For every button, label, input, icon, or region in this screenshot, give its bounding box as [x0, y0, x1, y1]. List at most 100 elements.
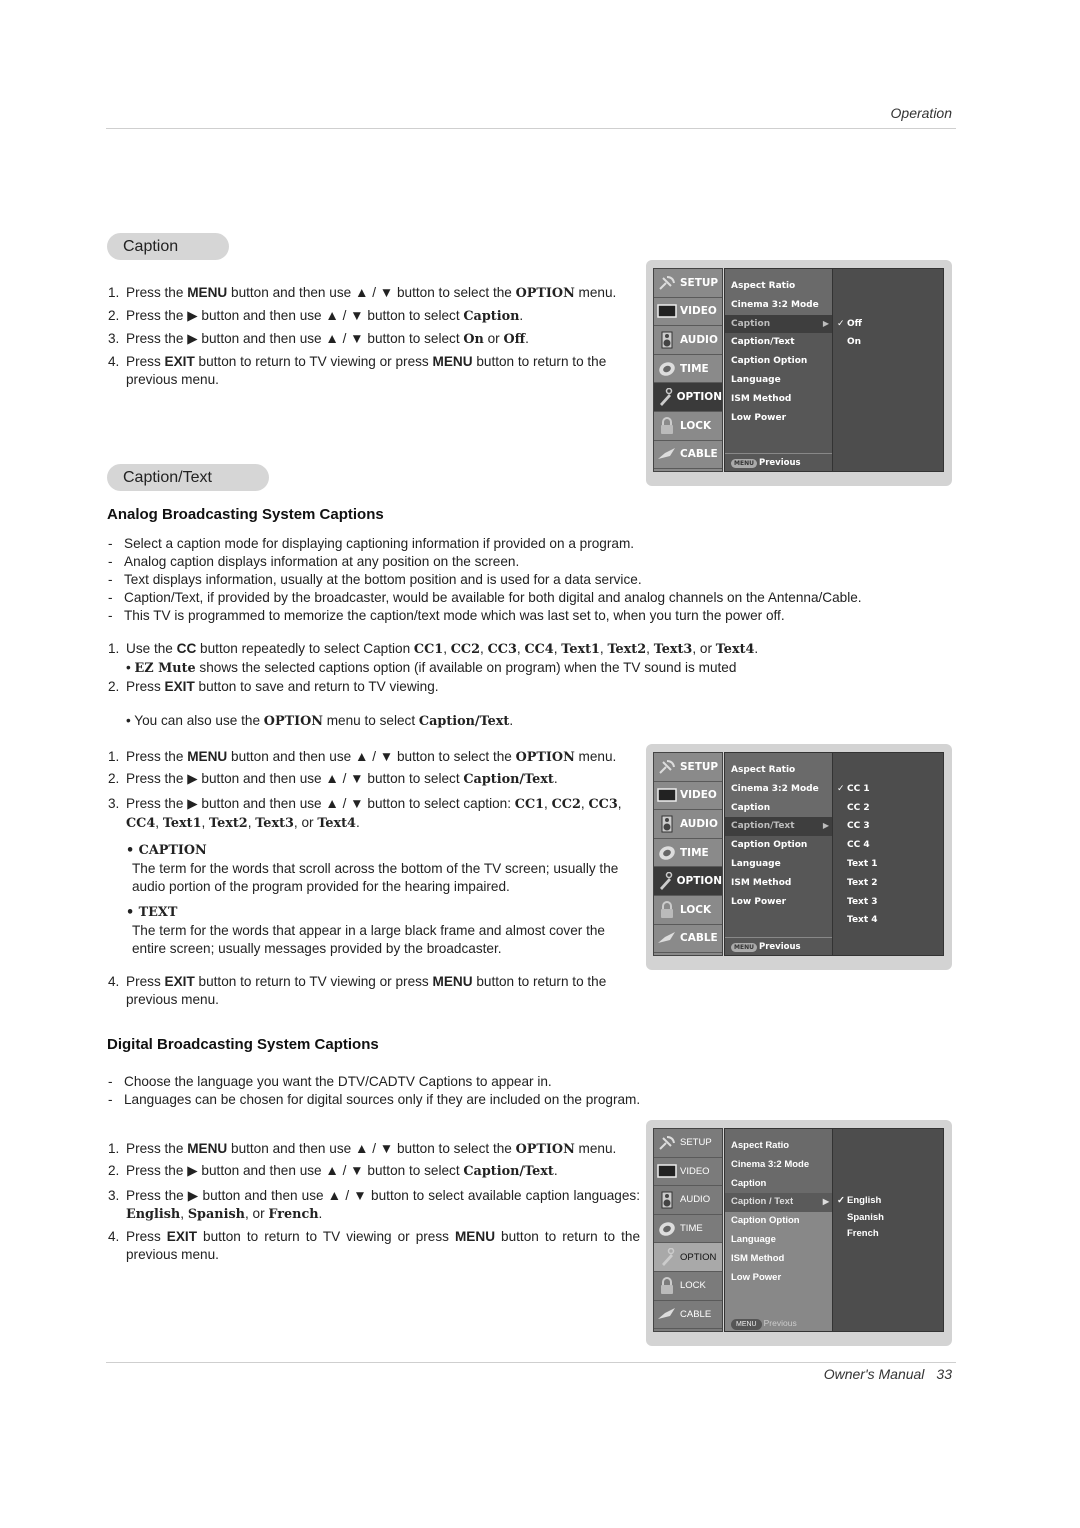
menu-category-audio[interactable]: AUDIO: [654, 1186, 722, 1215]
menu-item[interactable]: Low Power: [725, 893, 833, 912]
bullet-item: Caption/Text, if provided by the broadca…: [108, 589, 948, 607]
menu-category-video[interactable]: VIDEO: [654, 1158, 722, 1187]
text-run: .: [754, 641, 759, 656]
menu-category-label: VIDEO: [680, 305, 717, 318]
menu-category-time[interactable]: TIME: [654, 1215, 722, 1244]
menu-category-lock[interactable]: LOCK: [654, 896, 722, 925]
menu-keyword: Spanish: [187, 1207, 245, 1222]
menu-category-audio[interactable]: AUDIO: [654, 326, 722, 355]
menu-category-setup[interactable]: SETUP: [654, 269, 722, 298]
menu-item-label: Caption/Text: [731, 337, 795, 348]
plug-icon: [657, 445, 677, 463]
menu-item-label: Aspect Ratio: [731, 765, 796, 775]
text-run: Use the: [126, 641, 177, 656]
menu-category-cable[interactable]: CABLE: [654, 441, 722, 470]
menu-keyword: CC1: [413, 642, 444, 657]
text-run: Press: [126, 974, 165, 989]
text-run: Press: [126, 1229, 167, 1244]
menu-item[interactable]: ISM Method: [725, 1250, 833, 1269]
menu-item[interactable]: Caption: [725, 1175, 833, 1194]
menu-item[interactable]: Language: [725, 855, 833, 874]
menu-category-video[interactable]: VIDEO: [654, 782, 722, 811]
bold-keyword: MENU: [454, 1229, 496, 1244]
clock-icon: [657, 360, 677, 378]
menu-category-time[interactable]: TIME: [654, 839, 722, 868]
screen-icon: [657, 786, 677, 804]
bold-keyword: MENU: [187, 285, 228, 300]
text-run: , or: [692, 641, 716, 656]
text-run: Press the: [126, 749, 188, 764]
menu-item[interactable]: Caption/Text: [725, 333, 833, 352]
section-title-caption-text: Caption/Text: [107, 464, 269, 491]
menu-item[interactable]: ISM Method: [725, 874, 833, 893]
step-number: 4.: [108, 1229, 120, 1244]
menu-category-option[interactable]: OPTION: [654, 867, 722, 896]
menu-item[interactable]: Caption Option: [725, 352, 833, 371]
previous-button[interactable]: MENU Previous: [725, 1313, 833, 1331]
menu-item[interactable]: Language: [725, 371, 833, 390]
text-run: Press the ▶ button and then use ▲ / ▼ bu…: [126, 331, 464, 346]
previous-button[interactable]: MENU Previous: [725, 453, 833, 471]
menu-category-label: TIME: [680, 846, 709, 859]
menu-item-label: ISM Method: [731, 1252, 785, 1264]
analog-heading: Analog Broadcasting System Captions: [107, 506, 384, 523]
definitions: • CAPTION The term for the words that scr…: [126, 842, 640, 958]
menu-keyword: CC1: [514, 797, 545, 812]
menu-item[interactable]: Low Power: [725, 1269, 833, 1288]
bullet-item: This TV is programmed to memorize the ca…: [108, 607, 948, 625]
menu-item[interactable]: Cinema 3:2 Mode: [725, 1156, 833, 1175]
step-number: 2.: [108, 679, 120, 694]
menu-category-option[interactable]: OPTION: [654, 1243, 722, 1272]
menu-item[interactable]: Aspect Ratio: [725, 1137, 833, 1156]
text-run: •: [126, 660, 135, 675]
submenu-option-label: Text 2: [847, 877, 878, 888]
menu-item[interactable]: Cinema 3:2 Mode: [725, 296, 833, 315]
menu-keyword: OPTION: [515, 750, 575, 765]
step-item: 2. Press the ▶ button and then use ▲ / ▼ …: [108, 770, 640, 789]
menu-item[interactable]: Aspect Ratio: [725, 277, 833, 296]
text-run: .: [553, 771, 558, 786]
digital-bullets: Choose the language you want the DTV/CAD…: [108, 1073, 948, 1109]
definition: • CAPTION The term for the words that scr…: [126, 842, 640, 896]
menu-category-option[interactable]: OPTION: [654, 383, 722, 412]
menu-item[interactable]: Cinema 3:2 Mode: [725, 780, 833, 799]
menu-item[interactable]: Low Power: [725, 409, 833, 428]
menu-item-label: Caption/Text: [731, 821, 795, 832]
step-number: 2.: [108, 1163, 120, 1178]
footer-manual-title: Owner's Manual: [823, 1366, 925, 1382]
menu-category-label: LOCK: [680, 419, 712, 432]
menu-category-setup[interactable]: SETUP: [654, 753, 722, 782]
menu-category-sidebar: SETUP VIDEO AUDIO TIME OPTION LOCK CABLE: [653, 268, 723, 472]
tag-icon: [657, 388, 674, 407]
step-item: 4. Press EXIT button to return to TV view…: [108, 1228, 640, 1264]
menu-item[interactable]: Aspect Ratio: [725, 761, 833, 780]
menu-category-sidebar: SETUP VIDEO AUDIO TIME OPTION LOCK CABLE: [653, 752, 723, 956]
menu-item[interactable]: Caption Option: [725, 1212, 833, 1231]
page-number: 33: [936, 1366, 952, 1382]
menu-items-list: Aspect Ratio Cinema 3:2 Mode Caption Captio…: [724, 752, 834, 956]
menu-category-video[interactable]: VIDEO: [654, 298, 722, 327]
menu-item[interactable]: Caption Option: [725, 836, 833, 855]
menu-category-setup[interactable]: SETUP: [654, 1129, 722, 1158]
digital-steps: 1. Press the MENU button and then use ▲ /…: [108, 1140, 640, 1264]
text-run: button to save and return to TV viewing.: [194, 679, 439, 694]
bold-keyword: EXIT: [164, 354, 195, 369]
menu-category-cable[interactable]: CABLE: [654, 925, 722, 954]
menu-item[interactable]: Caption ▶: [725, 314, 833, 334]
menu-category-audio[interactable]: AUDIO: [654, 810, 722, 839]
menu-category-lock[interactable]: LOCK: [654, 1272, 722, 1301]
caption-text-step-4: 4. Press EXIT button to return to TV view…: [108, 973, 640, 1009]
menu-item[interactable]: Caption: [725, 799, 833, 818]
menu-item[interactable]: Caption/Text ▶: [725, 817, 833, 837]
definition-text: The term for the words that scroll acros…: [132, 861, 619, 894]
menu-category-time[interactable]: TIME: [654, 355, 722, 384]
menu-item[interactable]: Language: [725, 1231, 833, 1250]
menu-item[interactable]: ISM Method: [725, 390, 833, 409]
text-run: Press the ▶ button and then use ▲ / ▼ bu…: [126, 1188, 640, 1203]
menu-keyword: CC3: [588, 797, 618, 812]
menu-category-lock[interactable]: LOCK: [654, 412, 722, 441]
previous-button[interactable]: MENU Previous: [725, 937, 833, 955]
menu-item[interactable]: Caption / Text ▶: [725, 1193, 833, 1213]
menu-category-cable[interactable]: CABLE: [654, 1301, 722, 1330]
checkmark-icon: ✓: [837, 783, 845, 794]
